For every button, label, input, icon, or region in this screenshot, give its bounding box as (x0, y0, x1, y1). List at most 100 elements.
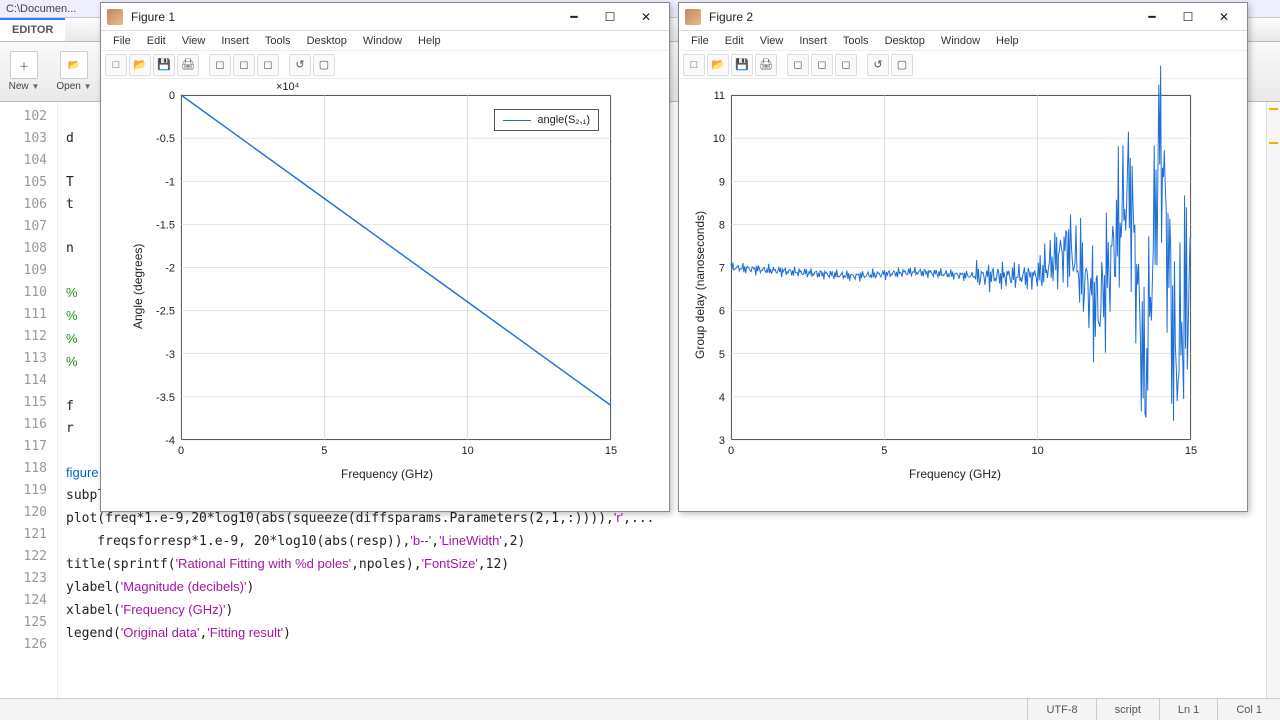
svg-text:5: 5 (881, 445, 887, 457)
svg-text:10: 10 (462, 445, 474, 457)
status-line: Ln 1 (1159, 699, 1217, 720)
figure1-legend[interactable]: angle(S₂,₁) (494, 109, 599, 131)
svg-text:15: 15 (605, 445, 617, 457)
menu-edit[interactable]: Edit (141, 34, 172, 48)
svg-text:3: 3 (719, 435, 725, 447)
svg-text:-0.5: -0.5 (156, 133, 175, 145)
svg-text:10: 10 (1032, 445, 1044, 457)
toolbar-button[interactable]: ◻ (257, 54, 279, 76)
open-button[interactable]: 📂 Open ▼ (56, 51, 92, 92)
toolbar-button[interactable]: ◻ (209, 54, 231, 76)
toolbar-button[interactable]: 📂 (129, 54, 151, 76)
legend-swatch (503, 120, 531, 121)
svg-text:11: 11 (714, 90, 725, 102)
menu-view[interactable]: View (754, 34, 790, 48)
minimize-button[interactable]: ━ (557, 7, 591, 27)
menu-insert[interactable]: Insert (793, 34, 833, 48)
menu-window[interactable]: Window (357, 34, 408, 48)
status-encoding: UTF-8 (1027, 699, 1095, 720)
minimize-button[interactable]: ━ (1135, 7, 1169, 27)
svg-text:0: 0 (728, 445, 734, 457)
toolbar-button[interactable]: ◻ (787, 54, 809, 76)
menu-tools[interactable]: Tools (259, 34, 297, 48)
menu-edit[interactable]: Edit (719, 34, 750, 48)
minimap-scrollbar[interactable] (1266, 102, 1280, 698)
svg-text:-3.5: -3.5 (156, 392, 175, 404)
figure1-menubar: File Edit ViewInsert Tools Desktop Window Help (101, 31, 669, 51)
toolbar-button[interactable]: 💾 (731, 54, 753, 76)
toolbar-button[interactable]: 📂 (707, 54, 729, 76)
figure1-toolbar: □📂💾🖨◻◻◻↺▢ (101, 51, 669, 79)
figure2-plot-svg: 05101534567891011 (731, 95, 1191, 440)
svg-text:8: 8 (719, 219, 725, 231)
svg-text:-3: -3 (165, 349, 175, 361)
menu-file[interactable]: File (685, 34, 715, 48)
svg-text:-1: -1 (165, 176, 175, 188)
menu-insert[interactable]: Insert (215, 34, 255, 48)
figure2-toolbar: □📂💾🖨◻◻◻↺▢ (679, 51, 1247, 79)
close-button[interactable]: ✕ (1207, 7, 1241, 27)
toolbar-button[interactable]: 🖨 (177, 54, 199, 76)
figure1-axes-area: ×10⁴ 051015-4-3.5-3-2.5-2-1.5-1-0.50 ang… (101, 79, 669, 511)
main-title-text: C:\Documen... (6, 3, 76, 15)
figure1-plot-svg: 051015-4-3.5-3-2.5-2-1.5-1-0.50 (181, 95, 611, 440)
svg-text:5: 5 (321, 445, 327, 457)
figure2-ylabel: Group delay (nanoseconds) (693, 211, 707, 359)
figure2-titlebar[interactable]: Figure 2 ━ ☐ ✕ (679, 3, 1247, 31)
new-icon: ＋ (10, 51, 38, 79)
matlab-logo-icon (685, 9, 701, 25)
svg-text:5: 5 (719, 349, 725, 361)
toolbar-button[interactable]: ▢ (891, 54, 913, 76)
menu-file[interactable]: File (107, 34, 137, 48)
figure1-window[interactable]: Figure 1 ━ ☐ ✕ File Edit ViewInsert Tools De… (100, 2, 670, 512)
menu-desktop[interactable]: Desktop (879, 34, 931, 48)
figure1-ylabel: Angle (degrees) (131, 244, 145, 329)
toolbar-button[interactable]: ◻ (835, 54, 857, 76)
svg-text:15: 15 (1185, 445, 1197, 457)
status-filetype: script (1096, 699, 1159, 720)
svg-text:7: 7 (719, 263, 725, 275)
y-exponent: ×10⁴ (276, 81, 299, 93)
toolbar-button[interactable]: ◻ (233, 54, 255, 76)
svg-text:-2.5: -2.5 (156, 306, 175, 318)
menu-view[interactable]: View (176, 34, 212, 48)
toolbar-button[interactable]: ◻ (811, 54, 833, 76)
svg-text:9: 9 (719, 176, 725, 188)
menu-help[interactable]: Help (990, 34, 1025, 48)
close-button[interactable]: ✕ (629, 7, 663, 27)
figure2-xlabel: Frequency (GHz) (909, 467, 1001, 481)
toolbar-button[interactable]: ↺ (289, 54, 311, 76)
svg-text:-2: -2 (165, 263, 175, 275)
figure2-axes-area: 05101534567891011 Group delay (nanosecon… (679, 79, 1247, 511)
legend-label: angle(S₂,₁) (537, 114, 590, 126)
figure2-title: Figure 2 (709, 10, 1127, 24)
figure1-titlebar[interactable]: Figure 1 ━ ☐ ✕ (101, 3, 669, 31)
menu-window[interactable]: Window (935, 34, 986, 48)
toolbar-button[interactable]: 💾 (153, 54, 175, 76)
line-gutter: 102 103 104 105 106 107 108 109 110 111 … (0, 102, 58, 698)
menu-tools[interactable]: Tools (837, 34, 875, 48)
menu-desktop[interactable]: Desktop (301, 34, 353, 48)
figure2-window[interactable]: Figure 2 ━ ☐ ✕ File Edit ViewInsert Tools De… (678, 2, 1248, 512)
svg-text:4: 4 (719, 392, 725, 404)
new-button[interactable]: ＋ New ▼ (6, 51, 42, 92)
status-col: Col 1 (1217, 699, 1280, 720)
statusbar: UTF-8 script Ln 1 Col 1 (0, 698, 1280, 720)
svg-text:0: 0 (178, 445, 184, 457)
figure1-xlabel: Frequency (GHz) (341, 467, 433, 481)
toolbar-button[interactable]: □ (683, 54, 705, 76)
menu-help[interactable]: Help (412, 34, 447, 48)
maximize-button[interactable]: ☐ (593, 7, 627, 27)
svg-text:0: 0 (169, 90, 175, 102)
toolbar-button[interactable]: 🖨 (755, 54, 777, 76)
svg-text:-1.5: -1.5 (156, 219, 175, 231)
open-icon: 📂 (60, 51, 88, 79)
figure2-menubar: File Edit ViewInsert Tools Desktop Window Help (679, 31, 1247, 51)
svg-text:10: 10 (713, 133, 725, 145)
toolbar-button[interactable]: ↺ (867, 54, 889, 76)
toolbar-button[interactable]: ▢ (313, 54, 335, 76)
svg-text:-4: -4 (165, 435, 175, 447)
toolbar-button[interactable]: □ (105, 54, 127, 76)
tab-editor[interactable]: EDITOR (0, 18, 65, 41)
maximize-button[interactable]: ☐ (1171, 7, 1205, 27)
